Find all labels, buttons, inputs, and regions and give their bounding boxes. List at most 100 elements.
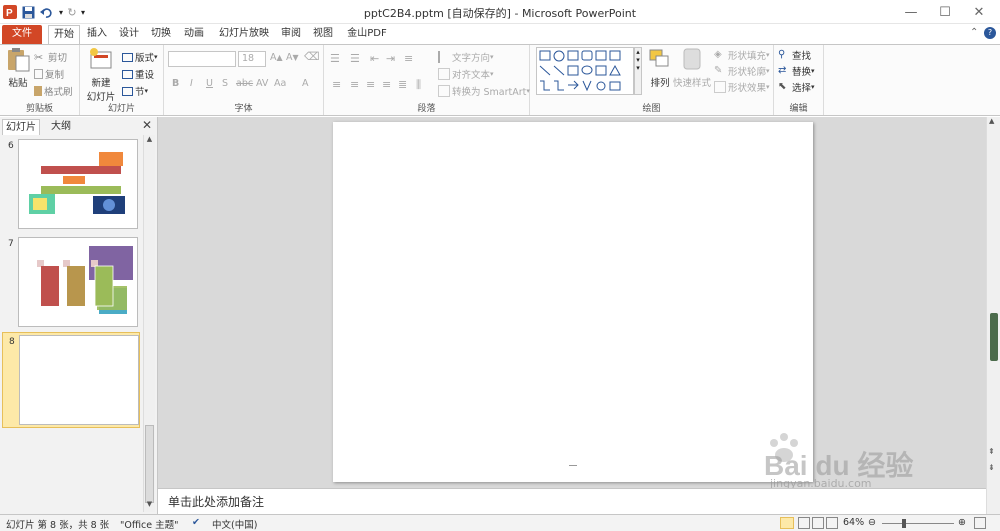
minimize-button[interactable]: — — [894, 0, 928, 24]
normal-view-icon[interactable] — [780, 517, 794, 529]
zoom-slider-track[interactable] — [882, 523, 954, 524]
distribute-icon[interactable]: ≣ — [398, 78, 407, 91]
char-spacing-button[interactable]: AV — [256, 78, 268, 89]
tab-file[interactable]: 文件 — [2, 25, 42, 44]
ribbon-collapse-icon[interactable]: ⌃ — [970, 27, 978, 38]
close-button[interactable]: ✕ — [962, 0, 996, 24]
font-color-button[interactable]: A — [302, 78, 309, 89]
reading-view-icon[interactable] — [812, 517, 824, 529]
editing-group-label: 编辑 — [789, 104, 808, 114]
notes-pane[interactable]: 单击此处添加备注 — [158, 488, 986, 514]
columns-icon[interactable]: ⫼ — [416, 78, 421, 92]
zoom-level[interactable]: 64% — [843, 517, 864, 528]
slide-sorter-view-icon[interactable] — [798, 517, 810, 529]
tab-animations[interactable]: 动画 — [181, 25, 207, 44]
slide-thumb-6[interactable]: 6 — [2, 137, 140, 233]
shapes-gallery[interactable] — [536, 47, 634, 95]
tab-design[interactable]: 设计 — [116, 25, 142, 44]
tab-home[interactable]: 开始 — [48, 25, 80, 44]
section-button[interactable]: 节 ▾ — [122, 84, 148, 98]
paragraph-group-label: 段落 — [417, 104, 436, 114]
strikethrough-button[interactable]: abc — [236, 78, 253, 89]
tab-slides-panel[interactable]: 幻灯片 — [2, 119, 40, 135]
tab-review[interactable]: 审阅 — [278, 25, 304, 44]
reset-button[interactable]: 重设 — [122, 67, 154, 81]
scroll-down-icon[interactable]: ▼ — [144, 500, 155, 512]
scroll-up-icon[interactable]: ▲ — [989, 117, 994, 125]
slide-6-content — [29, 152, 125, 214]
fit-to-window-icon[interactable] — [974, 517, 986, 529]
format-painter-button[interactable]: 格式刷 — [34, 84, 73, 98]
slideshow-view-icon[interactable] — [826, 517, 838, 529]
tab-view[interactable]: 视图 — [310, 25, 336, 44]
tab-slideshow[interactable]: 幻灯片放映 — [215, 25, 273, 44]
prev-slide-icon[interactable]: ⇞ — [988, 447, 999, 457]
shape-outline-button[interactable]: ✎ 形状轮廓 ▾ — [714, 64, 770, 78]
new-slide-button[interactable]: 新建 幻灯片 — [84, 47, 118, 103]
zoom-in-icon[interactable]: ⊕ — [958, 517, 966, 528]
shadow-button[interactable]: S — [222, 78, 228, 89]
shapes-more-button[interactable]: ▴ ▾ ▾ — [634, 47, 642, 95]
slide-thumb-8[interactable]: 8 — [2, 332, 140, 428]
tab-transitions[interactable]: 切换 — [148, 25, 174, 44]
replace-button[interactable]: ⇄ 替换 ▾ — [778, 64, 815, 78]
scroll-thumb[interactable] — [145, 425, 154, 503]
slide-thumb-7[interactable]: 7 — [2, 235, 140, 331]
shape-fill-button[interactable]: ◈ 形状填充 ▾ — [714, 48, 770, 62]
slide-7-content — [37, 246, 133, 314]
change-case-button[interactable]: Aa — [274, 78, 286, 89]
zoom-slider-thumb[interactable] — [902, 519, 906, 528]
zoom-out-icon[interactable]: ⊖ — [868, 517, 876, 528]
quick-styles-button[interactable]: 快速样式 — [670, 47, 714, 89]
grow-font-button[interactable]: A ▲ — [270, 52, 283, 63]
font-name-combobox[interactable] — [168, 51, 236, 67]
convert-smartart-button[interactable]: 转换为 SmartArt ▾ — [438, 84, 530, 98]
layout-button[interactable]: 版式 ▾ — [122, 50, 158, 64]
text-direction-button[interactable]: 文字方向 ▾ — [438, 50, 494, 64]
cut-button[interactable]: ✂ 剪切 — [34, 50, 67, 64]
align-right-icon[interactable]: ≡ — [366, 78, 375, 91]
line-spacing-icon[interactable]: ≡ — [404, 52, 413, 65]
align-center-icon[interactable]: ≡ — [350, 78, 359, 91]
slide-number: 8 — [9, 337, 15, 347]
shape-effects-button[interactable]: 形状效果 ▾ — [714, 80, 770, 94]
editing-group: ⚲ 查找 ⇄ 替换 ▾ ⬉ 选择 ▾ 编辑 — [774, 45, 824, 115]
align-text-button[interactable]: 对齐文本 ▾ — [438, 67, 494, 81]
layout-icon — [122, 52, 133, 62]
brush-icon — [34, 86, 42, 96]
underline-button[interactable]: U — [206, 78, 213, 89]
clear-format-icon[interactable]: ⌫ — [304, 50, 320, 63]
select-button[interactable]: ⬉ 选择 ▾ — [778, 80, 815, 94]
bullets-icon[interactable]: ☰ — [330, 52, 340, 65]
current-slide[interactable] — [333, 122, 813, 482]
decrease-indent-icon[interactable]: ⇤ — [370, 52, 379, 65]
font-size-combobox[interactable]: 18 — [238, 51, 266, 67]
spellcheck-icon[interactable]: ✔ — [192, 517, 200, 528]
select-label: 选择 — [792, 83, 812, 94]
close-panel-icon[interactable]: ✕ — [142, 118, 152, 132]
theme-status: "Office 主题" — [120, 520, 179, 531]
tab-insert[interactable]: 插入 — [84, 25, 110, 44]
tab-outline-panel[interactable]: 大纲 — [44, 119, 78, 135]
increase-indent-icon[interactable]: ⇥ — [386, 52, 395, 65]
language-status[interactable]: 中文(中国) — [212, 517, 257, 531]
paragraph-group: ☰ ☰ ⇤ ⇥ ≡ ≡ ≡ ≡ ≡ ≣ ⫼ 文字方向 ▾ 对齐文本 ▾ 转换为 Sm… — [324, 45, 530, 115]
bold-button[interactable]: B — [172, 78, 179, 89]
next-slide-icon[interactable]: ⇟ — [988, 463, 999, 473]
shape-outline-label: 形状轮廓 — [728, 67, 767, 78]
find-button[interactable]: ⚲ 查找 — [778, 48, 811, 62]
justify-icon[interactable]: ≡ — [382, 78, 391, 91]
paste-button[interactable]: 粘贴 — [4, 47, 32, 89]
italic-button[interactable]: I — [190, 78, 193, 89]
scroll-up-icon[interactable]: ▲ — [144, 135, 155, 147]
editor-scrollbar[interactable]: ▲ ⇞ ⇟ — [986, 117, 1000, 514]
panel-scrollbar[interactable]: ▲ ▼ — [143, 135, 155, 512]
maximize-button[interactable]: ☐ — [928, 0, 962, 24]
side-tool-handle[interactable] — [990, 313, 998, 361]
shrink-font-button[interactable]: A ▼ — [286, 52, 299, 63]
align-left-icon[interactable]: ≡ — [332, 78, 341, 91]
copy-button[interactable]: 复制 — [34, 67, 64, 81]
help-icon[interactable]: ? — [984, 27, 996, 39]
tab-kingsoft-pdf[interactable]: 金山PDF — [342, 25, 392, 44]
numbering-icon[interactable]: ☰ — [350, 52, 360, 65]
